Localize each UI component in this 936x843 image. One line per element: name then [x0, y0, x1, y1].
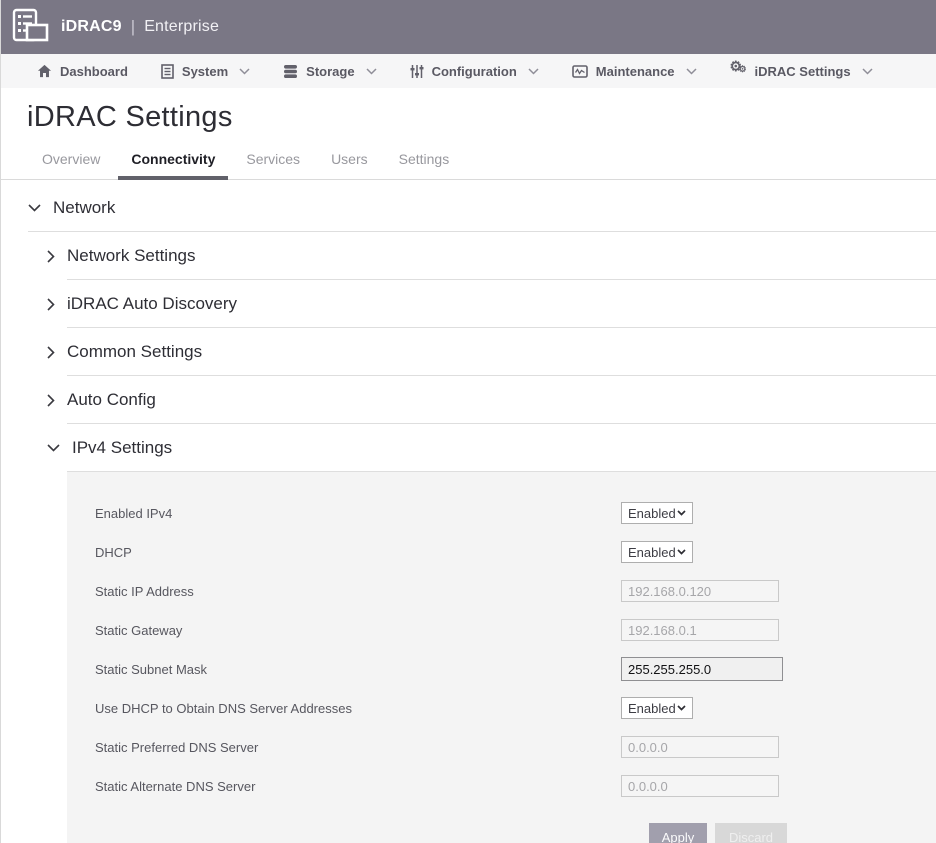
field-label: Static IP Address: [95, 584, 621, 599]
chevron-down-icon: [686, 68, 697, 75]
page-title: iDRAC Settings: [27, 101, 936, 134]
form-row-static-ip: Static IP Address: [95, 580, 936, 602]
section-auto-config[interactable]: Auto Config: [47, 376, 936, 423]
brand-separator: |: [131, 17, 135, 37]
gear-icon: ⚙ ⚙: [730, 63, 747, 79]
chevron-down-icon: [47, 444, 60, 452]
field-label: Use DHCP to Obtain DNS Server Addresses: [95, 701, 621, 716]
field-label: Enabled IPv4: [95, 506, 621, 521]
tab-users[interactable]: Users: [318, 143, 381, 180]
ipv4-settings-panel: Enabled IPv4 Enabled DHCP Enabled Static…: [67, 472, 936, 843]
nav-item-storage[interactable]: Storage: [283, 64, 376, 79]
chevron-down-icon: [677, 705, 686, 711]
dhcp-select[interactable]: Enabled: [621, 541, 693, 563]
field-label: Static Preferred DNS Server: [95, 740, 621, 755]
apply-button[interactable]: Apply: [649, 823, 707, 843]
field-label: Static Alternate DNS Server: [95, 779, 621, 794]
form-row-dns-dhcp: Use DHCP to Obtain DNS Server Addresses …: [95, 697, 936, 719]
enabled-ipv4-select[interactable]: Enabled: [621, 502, 693, 524]
select-value: Enabled: [628, 506, 676, 521]
discard-button: Discard: [715, 823, 787, 843]
sliders-icon: [410, 64, 424, 79]
settings-tabbar: Overview Connectivity Services Users Set…: [1, 143, 936, 180]
nav-item-configuration[interactable]: Configuration: [410, 64, 539, 79]
chevron-right-icon: [47, 346, 55, 359]
nav-item-dashboard[interactable]: Dashboard: [37, 64, 128, 79]
nav-label: Maintenance: [596, 64, 675, 79]
section-ipv4-settings[interactable]: IPv4 Settings: [47, 424, 936, 471]
subsection-auto-discovery-wrap: iDRAC Auto Discovery: [1, 280, 936, 328]
chevron-down-icon: [528, 68, 539, 75]
chevron-down-icon: [28, 204, 41, 212]
brand-name: iDRAC9: [61, 18, 122, 36]
chevron-right-icon: [47, 298, 55, 311]
static-ip-input: [621, 580, 779, 602]
chevron-down-icon: [239, 68, 250, 75]
brand-edition: Enterprise: [144, 18, 219, 36]
subsection-ipv4-wrap: IPv4 Settings: [1, 424, 936, 472]
static-subnet-mask-input[interactable]: [621, 657, 783, 681]
field-label: Static Subnet Mask: [95, 662, 621, 677]
field-label: DHCP: [95, 545, 621, 560]
form-row-preferred-dns: Static Preferred DNS Server: [95, 736, 936, 758]
form-row-dhcp: DHCP Enabled: [95, 541, 936, 563]
main-navbar: Dashboard System Storage Configuratio: [1, 54, 936, 88]
chevron-down-icon: [862, 68, 873, 75]
chevron-right-icon: [47, 394, 55, 407]
form-actions: Apply Discard: [649, 823, 936, 843]
chevron-right-icon: [47, 250, 55, 263]
section-network[interactable]: Network: [28, 180, 936, 232]
static-gateway-input: [621, 619, 779, 641]
field-label: Static Gateway: [95, 623, 621, 638]
tab-overview[interactable]: Overview: [29, 143, 113, 180]
form-row-enabled-ipv4: Enabled IPv4 Enabled: [95, 502, 936, 524]
nav-label: iDRAC Settings: [755, 64, 851, 79]
section-common-settings[interactable]: Common Settings: [47, 328, 936, 375]
chevron-down-icon: [366, 68, 377, 75]
form-row-static-gateway: Static Gateway: [95, 619, 936, 641]
nav-item-system[interactable]: System: [161, 64, 250, 79]
subsection-common-settings-wrap: Common Settings: [1, 328, 936, 376]
select-value: Enabled: [628, 701, 676, 716]
idrac-page: iDRAC9 | Enterprise Dashboard System Sto…: [0, 0, 936, 843]
form-row-alternate-dns: Static Alternate DNS Server: [95, 775, 936, 797]
tab-settings[interactable]: Settings: [386, 143, 463, 180]
subsection-auto-config-wrap: Auto Config: [1, 376, 936, 424]
alternate-dns-input: [621, 775, 779, 797]
chevron-down-icon: [677, 549, 686, 555]
top-brand-bar: iDRAC9 | Enterprise: [1, 0, 936, 54]
nav-item-maintenance[interactable]: Maintenance: [572, 64, 697, 79]
section-label: IPv4 Settings: [72, 438, 172, 458]
form-row-subnet-mask: Static Subnet Mask: [95, 658, 936, 680]
chevron-down-icon: [677, 510, 686, 516]
section-network-settings[interactable]: Network Settings: [47, 232, 936, 279]
nav-label: System: [182, 64, 228, 79]
maintenance-icon: [572, 65, 588, 78]
section-label: Common Settings: [67, 342, 202, 362]
nav-label: Configuration: [432, 64, 517, 79]
section-label: Network: [53, 198, 115, 218]
dns-from-dhcp-select[interactable]: Enabled: [621, 697, 693, 719]
section-label: iDRAC Auto Discovery: [67, 294, 237, 314]
nav-label: Dashboard: [60, 64, 128, 79]
subsection-network-settings-wrap: Network Settings: [1, 232, 936, 280]
nav-label: Storage: [306, 64, 354, 79]
tab-services[interactable]: Services: [233, 143, 313, 180]
section-idrac-auto-discovery[interactable]: iDRAC Auto Discovery: [47, 280, 936, 327]
select-value: Enabled: [628, 545, 676, 560]
home-icon: [37, 64, 52, 78]
tab-connectivity[interactable]: Connectivity: [118, 143, 228, 180]
storage-icon: [283, 64, 298, 79]
section-label: Network Settings: [67, 246, 196, 266]
system-icon: [161, 64, 174, 79]
preferred-dns-input: [621, 736, 779, 758]
section-label: Auto Config: [67, 390, 156, 410]
idrac-logo-icon: [10, 7, 50, 47]
nav-item-idrac-settings[interactable]: ⚙ ⚙ iDRAC Settings: [730, 63, 873, 79]
